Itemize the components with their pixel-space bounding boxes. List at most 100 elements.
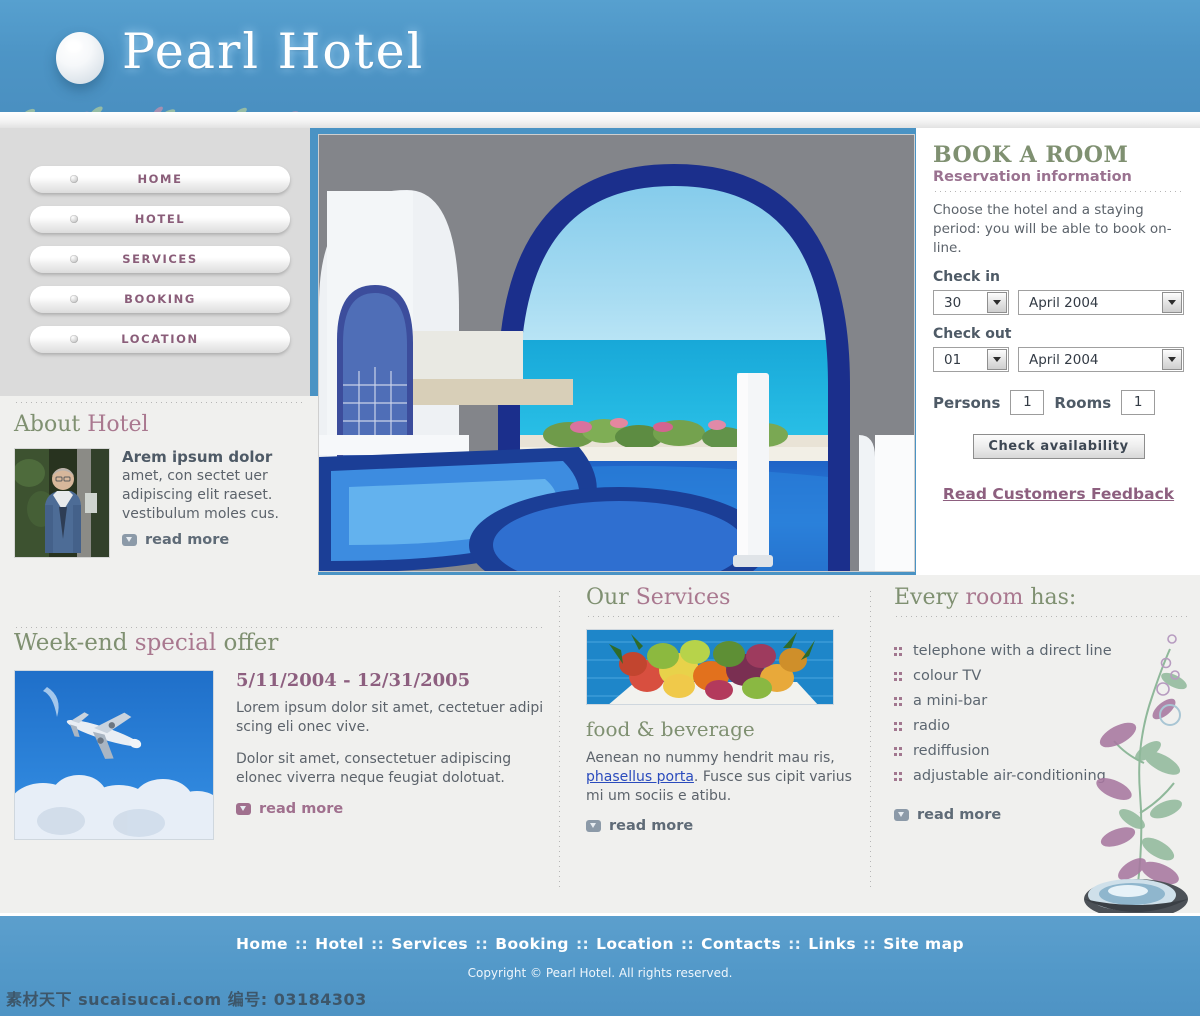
about-lead: Arem ipsum dolor <box>122 448 273 466</box>
checkout-day-select[interactable]: 01 <box>933 347 1009 372</box>
about-title-part1: About <box>14 412 81 437</box>
sidebar-item-label: Home <box>137 172 183 186</box>
read-more-label: read more <box>609 818 694 834</box>
header-ledge <box>0 112 1200 128</box>
sidebar-item-home[interactable]: Home <box>30 166 290 193</box>
lower-content: Week-end special offer 5/11/2004 - 12/31… <box>0 575 1200 913</box>
rooms-label: Rooms <box>1054 393 1112 412</box>
read-more-icon <box>122 534 137 546</box>
sidebar: Home Hotel Services Booking Location <box>0 128 310 398</box>
rooms-title: Every room has: <box>894 585 1194 610</box>
chevron-down-icon[interactable] <box>987 292 1007 313</box>
footer-separator: :: <box>680 935 695 953</box>
weekend-body: 5/11/2004 - 12/31/2005 Lorem ipsum dolor… <box>14 670 554 840</box>
footer-link-sitemap[interactable]: Site map <box>883 935 964 953</box>
read-more-icon <box>236 803 251 815</box>
square-bullet-icon <box>894 772 903 783</box>
booking-subtitle: Reservation information <box>933 169 1132 185</box>
about-read-more[interactable]: read more <box>122 532 304 548</box>
chevron-down-icon[interactable] <box>987 349 1007 370</box>
services-read-more[interactable]: read more <box>586 818 858 834</box>
rooms-title-part2: room <box>965 585 1024 610</box>
amenity-label: colour TV <box>913 668 982 684</box>
list-item: radio <box>894 718 1194 735</box>
footer-link-services[interactable]: Services <box>391 935 468 953</box>
persons-rooms-row: Persons 1 Rooms 1 <box>933 390 1184 415</box>
about-body: Arem ipsum dolor amet, con sectet uer ad… <box>14 448 304 558</box>
check-availability-button[interactable]: Check availability <box>972 434 1145 459</box>
checkin-day-select[interactable]: 30 <box>933 290 1009 315</box>
persons-label: Persons <box>933 393 1001 412</box>
rooms-read-more[interactable]: read more <box>894 807 1194 823</box>
footer-link-location[interactable]: Location <box>596 935 674 953</box>
every-room-section: Every room has: telephone with a direct … <box>894 585 1194 823</box>
sidebar-item-label: Services <box>122 252 198 266</box>
rooms-input[interactable]: 1 <box>1121 390 1156 415</box>
chevron-down-icon[interactable] <box>1162 292 1182 313</box>
about-title: About Hotel <box>14 412 304 437</box>
checkout-month-select[interactable]: April 2004 <box>1018 347 1184 372</box>
footer-separator: :: <box>575 935 590 953</box>
page-root: Pearl Hotel HOME HOTEL SERVICES BOOKING … <box>0 0 1200 1016</box>
weekend-read-more[interactable]: read more <box>236 801 554 817</box>
services-title: Our Services <box>586 585 858 610</box>
list-item: telephone with a direct line <box>894 643 1194 660</box>
footer-link-contacts[interactable]: Contacts <box>701 935 781 953</box>
square-bullet-icon <box>894 647 903 658</box>
customers-feedback-link[interactable]: Read Customers Feedback <box>933 485 1184 503</box>
read-more-label: read more <box>145 532 230 548</box>
sidebar-item-label: Location <box>121 332 199 346</box>
booking-intro-text: Choose the hotel and a staying period: y… <box>933 202 1172 256</box>
weekend-paragraph-1: Lorem ipsum dolor sit amet, cectetuer ad… <box>236 700 544 735</box>
sidebar-item-label: Hotel <box>134 212 186 226</box>
chevron-down-icon[interactable] <box>1162 349 1182 370</box>
square-bullet-icon <box>894 747 903 758</box>
main-navigation: Home Hotel Services Booking Location <box>30 166 290 366</box>
footer-link-hotel[interactable]: Hotel <box>315 935 364 953</box>
weekend-title-part2: special <box>134 630 217 656</box>
weekend-title-part1: Week-end <box>14 630 128 656</box>
footer-separator: :: <box>863 935 877 953</box>
checkin-month-value: April 2004 <box>1029 294 1099 311</box>
concierge-photo <box>14 448 110 558</box>
weekend-title: Week-end special offer <box>14 630 554 656</box>
sidebar-item-booking[interactable]: Booking <box>30 286 290 313</box>
list-item: colour TV <box>894 668 1194 685</box>
checkin-month-select[interactable]: April 2004 <box>1018 290 1184 315</box>
footer-link-home[interactable]: Home <box>236 935 288 953</box>
divider <box>894 616 1190 617</box>
persons-input[interactable]: 1 <box>1010 390 1045 415</box>
square-bullet-icon <box>894 722 903 733</box>
read-more-label: read more <box>917 807 1002 823</box>
phasellus-porta-link[interactable]: phasellus porta <box>586 769 694 785</box>
read-more-icon <box>586 820 601 832</box>
services-paragraph: Aenean no nummy hendrit mau ris, phasell… <box>586 749 858 806</box>
footer-link-booking[interactable]: Booking <box>495 935 569 953</box>
services-title-part1: Our <box>586 585 629 610</box>
checkin-day-value: 30 <box>944 294 962 311</box>
pearl-icon <box>56 32 104 84</box>
checkin-label: Check in <box>933 269 1000 285</box>
sidebar-item-services[interactable]: Services <box>30 246 290 273</box>
site-footer: Home:: Hotel:: Services:: Booking:: Location… <box>0 913 1200 1016</box>
sidebar-item-hotel[interactable]: Hotel <box>30 206 290 233</box>
divider <box>14 402 304 403</box>
read-more-icon <box>894 809 909 821</box>
site-title: Pearl Hotel <box>122 23 425 80</box>
weekend-special-section: Week-end special offer 5/11/2004 - 12/31… <box>14 630 554 840</box>
list-item: a mini-bar <box>894 693 1194 710</box>
footer-navigation: Home:: Hotel:: Services:: Booking:: Location… <box>0 935 1200 953</box>
footer-separator: :: <box>475 935 489 953</box>
footer-link-links[interactable]: Links <box>808 935 856 953</box>
checkout-row: 01 April 2004 <box>933 347 1184 372</box>
footer-separator: :: <box>788 935 802 953</box>
airplane-photo <box>14 670 214 840</box>
amenities-list: telephone with a direct line colour TV a… <box>894 643 1194 785</box>
hero-image <box>318 134 915 572</box>
checkout-day-value: 01 <box>944 351 962 368</box>
about-text: Arem ipsum dolor amet, con sectet uer ad… <box>122 448 304 558</box>
weekend-paragraph-2: Dolor sit amet, consectetuer adipiscing … <box>236 751 512 786</box>
divider <box>933 191 1184 192</box>
sidebar-item-location[interactable]: Location <box>30 326 290 353</box>
amenity-label: adjustable air-conditioning <box>913 768 1106 784</box>
